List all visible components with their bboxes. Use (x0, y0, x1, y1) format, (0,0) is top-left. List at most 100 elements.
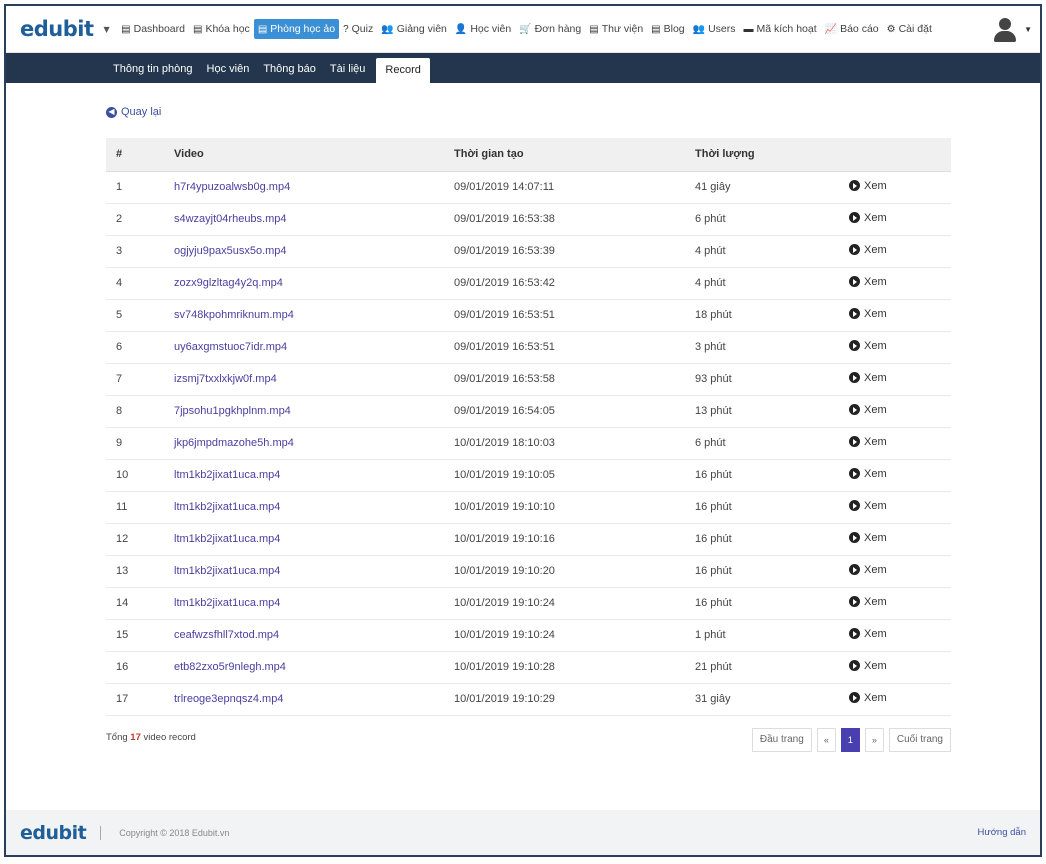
created-time-cell: 10/01/2019 19:10:05 (444, 459, 685, 492)
view-label: Xem (864, 659, 887, 672)
nav-item-5[interactable]: 👤 Học viên (451, 19, 515, 39)
video-link[interactable]: ltm1kb2jixat1uca.mp4 (174, 533, 280, 545)
video-link-cell: ltm1kb2jixat1uca.mp4 (164, 491, 444, 524)
action-cell: Xem (839, 683, 951, 716)
table-footer: Tổng 17 video record Đầu trang « 1 » Cuố… (106, 726, 951, 752)
row-index-cell: 2 (106, 203, 164, 236)
nav-item-3[interactable]: ? Quiz (339, 19, 377, 39)
view-button[interactable]: Xem (849, 212, 887, 224)
tab-3[interactable]: Tài liệu (323, 63, 372, 83)
view-label: Xem (864, 563, 887, 576)
video-link[interactable]: ceafwzsfhll7xtod.mp4 (174, 629, 279, 641)
next-page-button[interactable]: » (864, 727, 884, 752)
duration-cell: 1 phút (685, 619, 839, 652)
nav-item-0[interactable]: ▤ Dashboard (117, 19, 189, 39)
dashboard-icon: ▤ (121, 23, 131, 35)
avatar[interactable] (992, 16, 1018, 42)
code-icon: ▬ (743, 23, 754, 35)
video-link[interactable]: sv748kpohmriknum.mp4 (174, 309, 294, 321)
view-button[interactable]: Xem (849, 468, 887, 480)
view-button[interactable]: Xem (849, 276, 887, 288)
action-cell: Xem (839, 587, 951, 620)
view-button[interactable]: Xem (849, 180, 887, 192)
nav-item-6[interactable]: 🛒 Đơn hàng (515, 19, 585, 39)
tab-0[interactable]: Thông tin phòng (106, 63, 200, 83)
nav-item-label: Đơn hàng (534, 23, 582, 35)
play-icon (849, 372, 860, 384)
nav-item-12[interactable]: ⚙ Cài đặt (883, 19, 936, 39)
video-link[interactable]: ltm1kb2jixat1uca.mp4 (174, 501, 280, 513)
view-label: Xem (864, 339, 887, 352)
nav-item-9[interactable]: 👥 Users (689, 19, 740, 39)
duration-cell: 4 phút (685, 235, 839, 268)
help-link[interactable]: Hướng dẫn (977, 827, 1026, 838)
duration-cell: 16 phút (685, 523, 839, 556)
view-label: Xem (864, 595, 887, 608)
view-button[interactable]: Xem (849, 372, 887, 384)
nav-item-4[interactable]: 👥 Giảng viên (377, 19, 451, 39)
view-button[interactable]: Xem (849, 564, 887, 576)
tab-2[interactable]: Thông báo (256, 63, 323, 83)
created-time-cell: 10/01/2019 18:10:03 (444, 427, 685, 460)
classroom-icon: ▤ (257, 23, 268, 35)
video-link[interactable]: 7jpsohu1pgkhplnm.mp4 (174, 405, 291, 417)
view-button[interactable]: Xem (849, 532, 887, 544)
video-link[interactable]: h7r4ypuzoalwsb0g.mp4 (174, 181, 290, 193)
brand-logo[interactable]: edubit ▼ (20, 17, 117, 41)
view-button[interactable]: Xem (849, 596, 887, 608)
back-link[interactable]: ◀ Quay lại (106, 106, 161, 118)
row-index-cell: 16 (106, 651, 164, 684)
col-header-duration: Thời lượng (685, 138, 839, 172)
nav-item-11[interactable]: 📈 Báo cáo (821, 19, 883, 39)
prev-page-button[interactable]: « (816, 727, 836, 752)
video-link[interactable]: zozx9glzltag4y2q.mp4 (174, 277, 283, 289)
video-link[interactable]: ltm1kb2jixat1uca.mp4 (174, 597, 280, 609)
video-link-cell: ltm1kb2jixat1uca.mp4 (164, 459, 444, 492)
tab-1[interactable]: Học viên (200, 63, 257, 83)
play-icon (849, 180, 860, 192)
view-button[interactable]: Xem (849, 308, 887, 320)
video-link[interactable]: ogjyju9pax5usx5o.mp4 (174, 245, 287, 257)
table-row: 17 trlreoge3epnqsz4.mp4 10/01/2019 19:10:2… (106, 683, 951, 716)
video-link[interactable]: s4wzayjt04rheubs.mp4 (174, 213, 287, 225)
chevron-down-icon[interactable]: ▼ (1024, 25, 1032, 34)
view-button[interactable]: Xem (849, 244, 887, 256)
view-button[interactable]: Xem (849, 692, 887, 704)
nav-item-7[interactable]: ▤ Thư viện (585, 19, 647, 39)
chevron-down-icon[interactable]: ▼ (104, 25, 110, 34)
view-button[interactable]: Xem (849, 436, 887, 448)
table-row: 13 ltm1kb2jixat1uca.mp4 10/01/2019 19:10:2… (106, 555, 951, 588)
user-menu[interactable]: ▼ (992, 16, 1032, 42)
last-page-button[interactable]: Cuối trang (888, 727, 951, 752)
video-link[interactable]: ltm1kb2jixat1uca.mp4 (174, 565, 280, 577)
view-button[interactable]: Xem (849, 500, 887, 512)
view-button[interactable]: Xem (849, 340, 887, 352)
view-button[interactable]: Xem (849, 628, 887, 640)
video-link[interactable]: ltm1kb2jixat1uca.mp4 (174, 469, 280, 481)
video-link[interactable]: uy6axgmstuoc7idr.mp4 (174, 341, 287, 353)
video-link-cell: ogjyju9pax5usx5o.mp4 (164, 235, 444, 268)
main-content: ◀ Quay lại # Video Thời gian tạo Thời lư… (6, 83, 954, 752)
nav-item-2[interactable]: ▤ Phòng học ảo (253, 19, 340, 39)
row-index-cell: 9 (106, 427, 164, 460)
tab-4[interactable]: Record (376, 58, 430, 83)
col-header-video: Video (164, 138, 444, 172)
nav-item-1[interactable]: ▤ Khóa học (189, 19, 254, 39)
teachers-icon: 👥 (381, 23, 394, 35)
view-button[interactable]: Xem (849, 660, 887, 672)
page-1-button[interactable]: 1 (840, 727, 860, 752)
footer-logo[interactable]: edubit (20, 822, 87, 844)
video-link[interactable]: izsmj7txxlxkjw0f.mp4 (174, 373, 277, 385)
duration-cell: 16 phút (685, 555, 839, 588)
video-link[interactable]: trlreoge3epnqsz4.mp4 (174, 693, 283, 705)
view-label: Xem (864, 307, 887, 320)
video-link-cell: 7jpsohu1pgkhplnm.mp4 (164, 395, 444, 428)
created-time-cell: 10/01/2019 19:10:10 (444, 491, 685, 524)
video-link[interactable]: jkp6jmpdmazohe5h.mp4 (174, 437, 294, 449)
nav-item-10[interactable]: ▬ Mã kích hoạt (740, 19, 821, 39)
table-row: 7 izsmj7txxlxkjw0f.mp4 09/01/2019 16:53:58… (106, 363, 951, 396)
view-button[interactable]: Xem (849, 404, 887, 416)
nav-item-8[interactable]: ▤ Blog (647, 19, 688, 39)
first-page-button[interactable]: Đầu trang (751, 727, 812, 752)
video-link[interactable]: etb82zxo5r9nlegh.mp4 (174, 661, 286, 673)
